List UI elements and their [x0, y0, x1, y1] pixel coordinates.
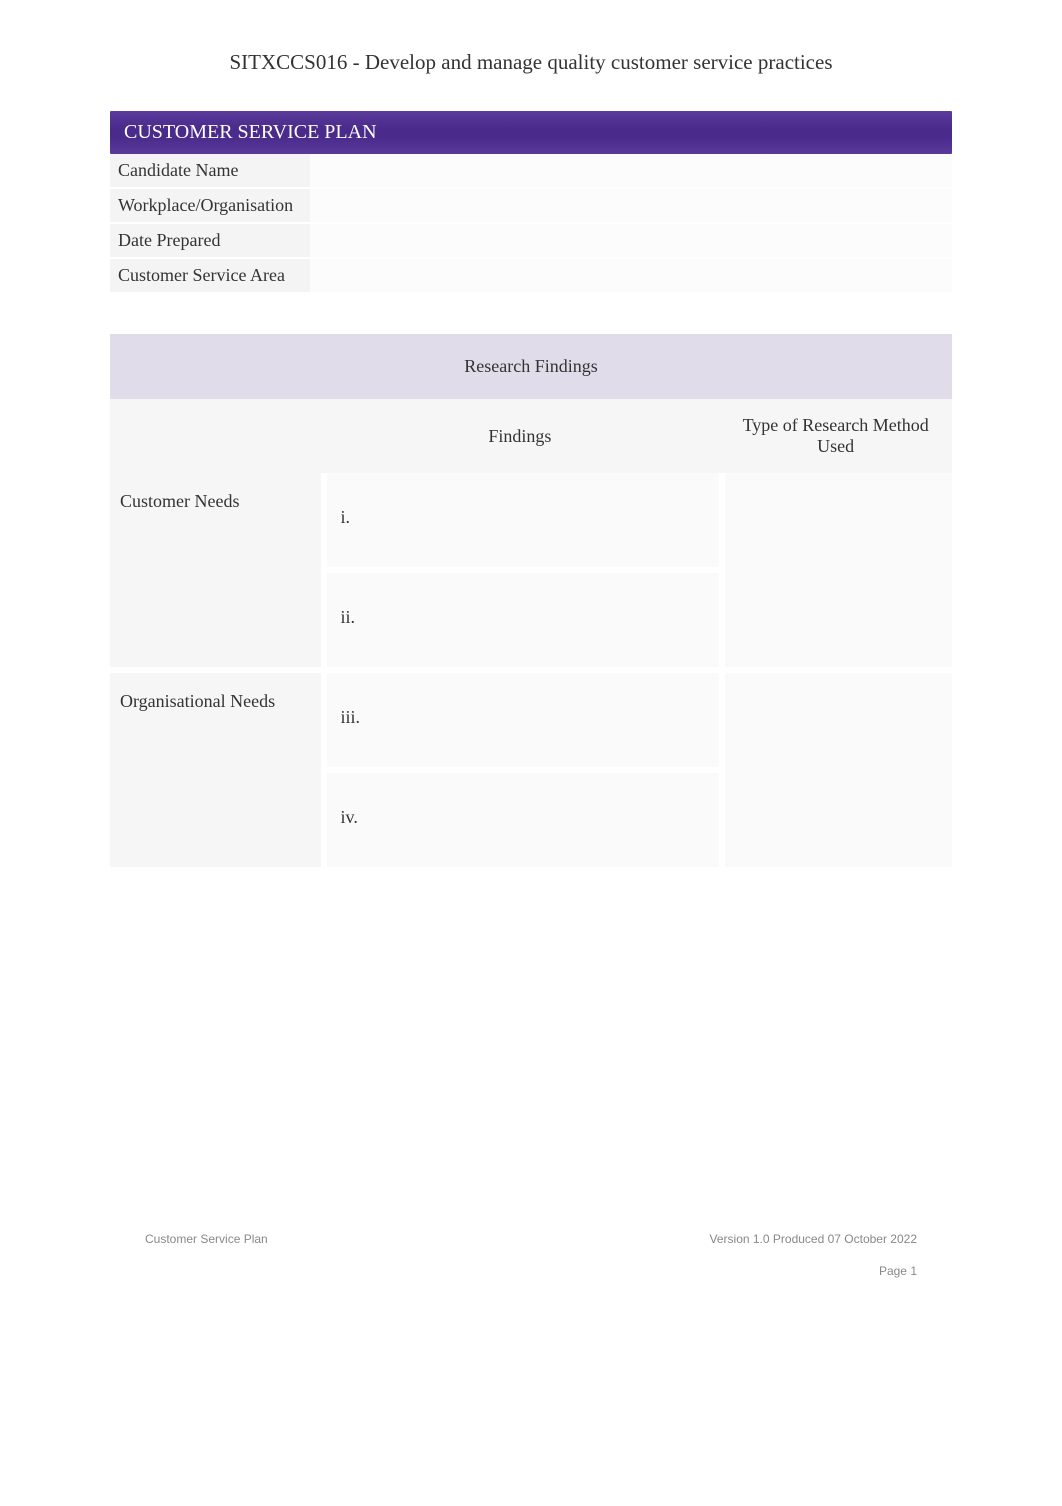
section-header-customer-service-plan: CUSTOMER SERVICE PLAN — [110, 111, 952, 154]
service-area-value[interactable] — [310, 259, 952, 294]
findings-col-blank — [110, 399, 321, 473]
service-area-label: Customer Service Area — [110, 259, 310, 294]
footer-right: Version 1.0 Produced 07 October 2022 — [710, 1232, 917, 1246]
finding-item-i[interactable]: i. — [321, 473, 720, 573]
workplace-label: Workplace/Organisation — [110, 189, 310, 224]
date-prepared-value[interactable] — [310, 224, 952, 259]
research-findings-table: Findings Type of Research Method Used Cu… — [110, 399, 952, 873]
date-prepared-label: Date Prepared — [110, 224, 310, 259]
candidate-name-value[interactable] — [310, 154, 952, 189]
footer-left: Customer Service Plan — [145, 1232, 268, 1246]
research-findings-block: Research Findings Findings Type of Resea… — [110, 334, 952, 873]
document-page: SITXCCS016 - Develop and manage quality … — [0, 0, 1062, 873]
finding-item-ii[interactable]: ii. — [321, 573, 720, 673]
method-org-needs[interactable] — [719, 673, 952, 873]
findings-col-method: Type of Research Method Used — [719, 399, 952, 473]
page-number: Page 1 — [879, 1264, 917, 1278]
document-title: SITXCCS016 - Develop and manage quality … — [110, 50, 952, 75]
page-footer: Customer Service Plan Version 1.0 Produc… — [0, 1232, 1062, 1246]
finding-item-iv[interactable]: iv. — [321, 773, 720, 873]
workplace-value[interactable] — [310, 189, 952, 224]
method-customer-needs[interactable] — [719, 473, 952, 673]
finding-item-iii[interactable]: iii. — [321, 673, 720, 773]
candidate-name-label: Candidate Name — [110, 154, 310, 189]
research-findings-title: Research Findings — [110, 334, 952, 399]
findings-col-findings: Findings — [321, 399, 720, 473]
info-table: Candidate Name Workplace/Organisation Da… — [110, 154, 952, 294]
row-label-customer-needs: Customer Needs — [110, 473, 321, 673]
row-label-org-needs: Organisational Needs — [110, 673, 321, 873]
